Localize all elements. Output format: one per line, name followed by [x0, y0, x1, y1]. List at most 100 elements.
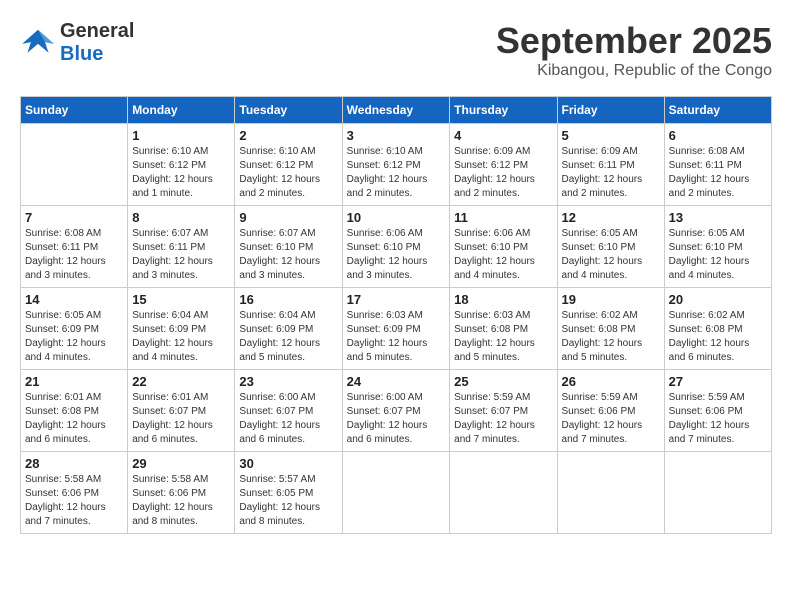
calendar-day-cell — [664, 452, 771, 534]
day-info: Sunrise: 6:10 AMSunset: 6:12 PMDaylight:… — [132, 145, 230, 201]
calendar-day-cell — [21, 124, 128, 206]
calendar-day-cell — [342, 452, 450, 534]
day-of-week-header: Tuesday — [235, 97, 342, 124]
day-of-week-header: Friday — [557, 97, 664, 124]
calendar-day-cell: 12Sunrise: 6:05 AMSunset: 6:10 PMDayligh… — [557, 206, 664, 288]
calendar-day-cell: 21Sunrise: 6:01 AMSunset: 6:08 PMDayligh… — [21, 370, 128, 452]
day-number: 4 — [454, 128, 552, 143]
day-number: 24 — [347, 374, 446, 389]
day-info: Sunrise: 6:10 AMSunset: 6:12 PMDaylight:… — [347, 145, 446, 201]
calendar-day-cell: 20 Sunrise: 6:02 AMSunset: 6:08 PMDayligh… — [664, 288, 771, 370]
calendar-table: SundayMondayTuesdayWednesdayThursdayFrid… — [20, 96, 772, 534]
calendar-day-cell: 3 Sunrise: 6:10 AMSunset: 6:12 PMDaylight… — [342, 124, 450, 206]
calendar-day-cell: 6 Sunrise: 6:08 AMSunset: 6:11 PMDaylight… — [664, 124, 771, 206]
day-number: 1 — [132, 128, 230, 143]
day-number: 18 — [454, 292, 552, 307]
day-info: Sunrise: 5:58 AMSunset: 6:06 PMDaylight:… — [25, 473, 123, 529]
calendar-day-cell: 10 Sunrise: 6:06 AMSunset: 6:10 PMDayligh… — [342, 206, 450, 288]
day-number: 25 — [454, 374, 552, 389]
day-info: Sunrise: 5:59 AMSunset: 6:07 PMDaylight:… — [454, 391, 552, 447]
day-number: 6 — [669, 128, 767, 143]
day-info: Sunrise: 6:08 AMSunset: 6:11 PMDaylight:… — [669, 145, 767, 201]
logo-blue: Blue — [60, 43, 134, 66]
day-info: Sunrise: 6:00 AMSunset: 6:07 PMDaylight:… — [347, 391, 446, 447]
day-info: Sunrise: 5:57 AMSunset: 6:05 PMDaylight:… — [239, 473, 337, 529]
day-info: Sunrise: 6:02 AMSunset: 6:08 PMDaylight:… — [562, 309, 660, 365]
calendar-day-cell: 4Sunrise: 6:09 AMSunset: 6:12 PMDaylight… — [450, 124, 557, 206]
calendar-day-cell: 17 Sunrise: 6:03 AMSunset: 6:09 PMDayligh… — [342, 288, 450, 370]
day-info: Sunrise: 6:06 AMSunset: 6:10 PMDaylight:… — [454, 227, 552, 283]
logo: General Blue — [20, 20, 134, 66]
day-info: Sunrise: 6:07 AMSunset: 6:10 PMDaylight:… — [239, 227, 337, 283]
calendar-day-cell: 23 Sunrise: 6:00 AMSunset: 6:07 PMDayligh… — [235, 370, 342, 452]
day-info: Sunrise: 5:58 AMSunset: 6:06 PMDaylight:… — [132, 473, 230, 529]
calendar-day-cell: 19 Sunrise: 6:02 AMSunset: 6:08 PMDayligh… — [557, 288, 664, 370]
day-of-week-header: Sunday — [21, 97, 128, 124]
day-of-week-header: Wednesday — [342, 97, 450, 124]
day-number: 3 — [347, 128, 446, 143]
day-info: Sunrise: 6:03 AMSunset: 6:09 PMDaylight:… — [347, 309, 446, 365]
calendar-day-cell: 30Sunrise: 5:57 AMSunset: 6:05 PMDayligh… — [235, 452, 342, 534]
day-info: Sunrise: 5:59 AMSunset: 6:06 PMDaylight:… — [669, 391, 767, 447]
day-info: Sunrise: 6:01 AMSunset: 6:07 PMDaylight:… — [132, 391, 230, 447]
day-number: 21 — [25, 374, 123, 389]
day-info: Sunrise: 6:04 AMSunset: 6:09 PMDaylight:… — [132, 309, 230, 365]
calendar-week-row: 21Sunrise: 6:01 AMSunset: 6:08 PMDayligh… — [21, 370, 772, 452]
day-info: Sunrise: 5:59 AMSunset: 6:06 PMDaylight:… — [562, 391, 660, 447]
day-number: 13 — [669, 210, 767, 225]
day-info: Sunrise: 6:02 AMSunset: 6:08 PMDaylight:… — [669, 309, 767, 365]
day-of-week-header: Saturday — [664, 97, 771, 124]
day-number: 26 — [562, 374, 660, 389]
day-info: Sunrise: 6:05 AMSunset: 6:09 PMDaylight:… — [25, 309, 123, 365]
day-info: Sunrise: 6:04 AMSunset: 6:09 PMDaylight:… — [239, 309, 337, 365]
day-number: 20 — [669, 292, 767, 307]
logo-general: General — [60, 20, 134, 43]
calendar-header-row: SundayMondayTuesdayWednesdayThursdayFrid… — [21, 97, 772, 124]
day-info: Sunrise: 6:00 AMSunset: 6:07 PMDaylight:… — [239, 391, 337, 447]
day-number: 12 — [562, 210, 660, 225]
calendar-day-cell: 16Sunrise: 6:04 AMSunset: 6:09 PMDayligh… — [235, 288, 342, 370]
day-of-week-header: Thursday — [450, 97, 557, 124]
calendar-day-cell: 18 Sunrise: 6:03 AMSunset: 6:08 PMDayligh… — [450, 288, 557, 370]
day-number: 7 — [25, 210, 123, 225]
calendar-day-cell: 8 Sunrise: 6:07 AMSunset: 6:11 PMDaylight… — [128, 206, 235, 288]
day-number: 29 — [132, 456, 230, 471]
day-info: Sunrise: 6:10 AMSunset: 6:12 PMDaylight:… — [239, 145, 337, 201]
calendar-day-cell: 24 Sunrise: 6:00 AMSunset: 6:07 PMDayligh… — [342, 370, 450, 452]
calendar-day-cell: 26 Sunrise: 5:59 AMSunset: 6:06 PMDayligh… — [557, 370, 664, 452]
day-info: Sunrise: 6:03 AMSunset: 6:08 PMDaylight:… — [454, 309, 552, 365]
page-header: General Blue September 2025 Kibangou, Re… — [20, 20, 772, 80]
day-of-week-header: Monday — [128, 97, 235, 124]
day-number: 11 — [454, 210, 552, 225]
calendar-day-cell — [557, 452, 664, 534]
day-number: 19 — [562, 292, 660, 307]
calendar-day-cell: 7Sunrise: 6:08 AMSunset: 6:11 PMDaylight… — [21, 206, 128, 288]
calendar-week-row: 7Sunrise: 6:08 AMSunset: 6:11 PMDaylight… — [21, 206, 772, 288]
calendar-day-cell: 5Sunrise: 6:09 AMSunset: 6:11 PMDaylight… — [557, 124, 664, 206]
calendar-day-cell: 29 Sunrise: 5:58 AMSunset: 6:06 PMDayligh… — [128, 452, 235, 534]
calendar-day-cell — [450, 452, 557, 534]
day-info: Sunrise: 6:09 AMSunset: 6:11 PMDaylight:… — [562, 145, 660, 201]
day-number: 28 — [25, 456, 123, 471]
calendar-day-cell: 11 Sunrise: 6:06 AMSunset: 6:10 PMDayligh… — [450, 206, 557, 288]
location: Kibangou, Republic of the Congo — [496, 62, 772, 80]
calendar-day-cell: 14 Sunrise: 6:05 AMSunset: 6:09 PMDayligh… — [21, 288, 128, 370]
day-info: Sunrise: 6:06 AMSunset: 6:10 PMDaylight:… — [347, 227, 446, 283]
day-number: 10 — [347, 210, 446, 225]
calendar-day-cell: 2Sunrise: 6:10 AMSunset: 6:12 PMDaylight… — [235, 124, 342, 206]
day-number: 8 — [132, 210, 230, 225]
day-number: 22 — [132, 374, 230, 389]
day-number: 14 — [25, 292, 123, 307]
calendar-week-row: 14 Sunrise: 6:05 AMSunset: 6:09 PMDayligh… — [21, 288, 772, 370]
calendar-day-cell: 27Sunrise: 5:59 AMSunset: 6:06 PMDayligh… — [664, 370, 771, 452]
title-block: September 2025 Kibangou, Republic of the… — [496, 20, 772, 80]
calendar-week-row: 28 Sunrise: 5:58 AMSunset: 6:06 PMDayligh… — [21, 452, 772, 534]
day-number: 9 — [239, 210, 337, 225]
day-number: 17 — [347, 292, 446, 307]
day-number: 15 — [132, 292, 230, 307]
calendar-day-cell: 28 Sunrise: 5:58 AMSunset: 6:06 PMDayligh… — [21, 452, 128, 534]
day-info: Sunrise: 6:07 AMSunset: 6:11 PMDaylight:… — [132, 227, 230, 283]
logo-icon — [20, 28, 56, 58]
day-number: 23 — [239, 374, 337, 389]
logo-text: General Blue — [60, 20, 134, 66]
